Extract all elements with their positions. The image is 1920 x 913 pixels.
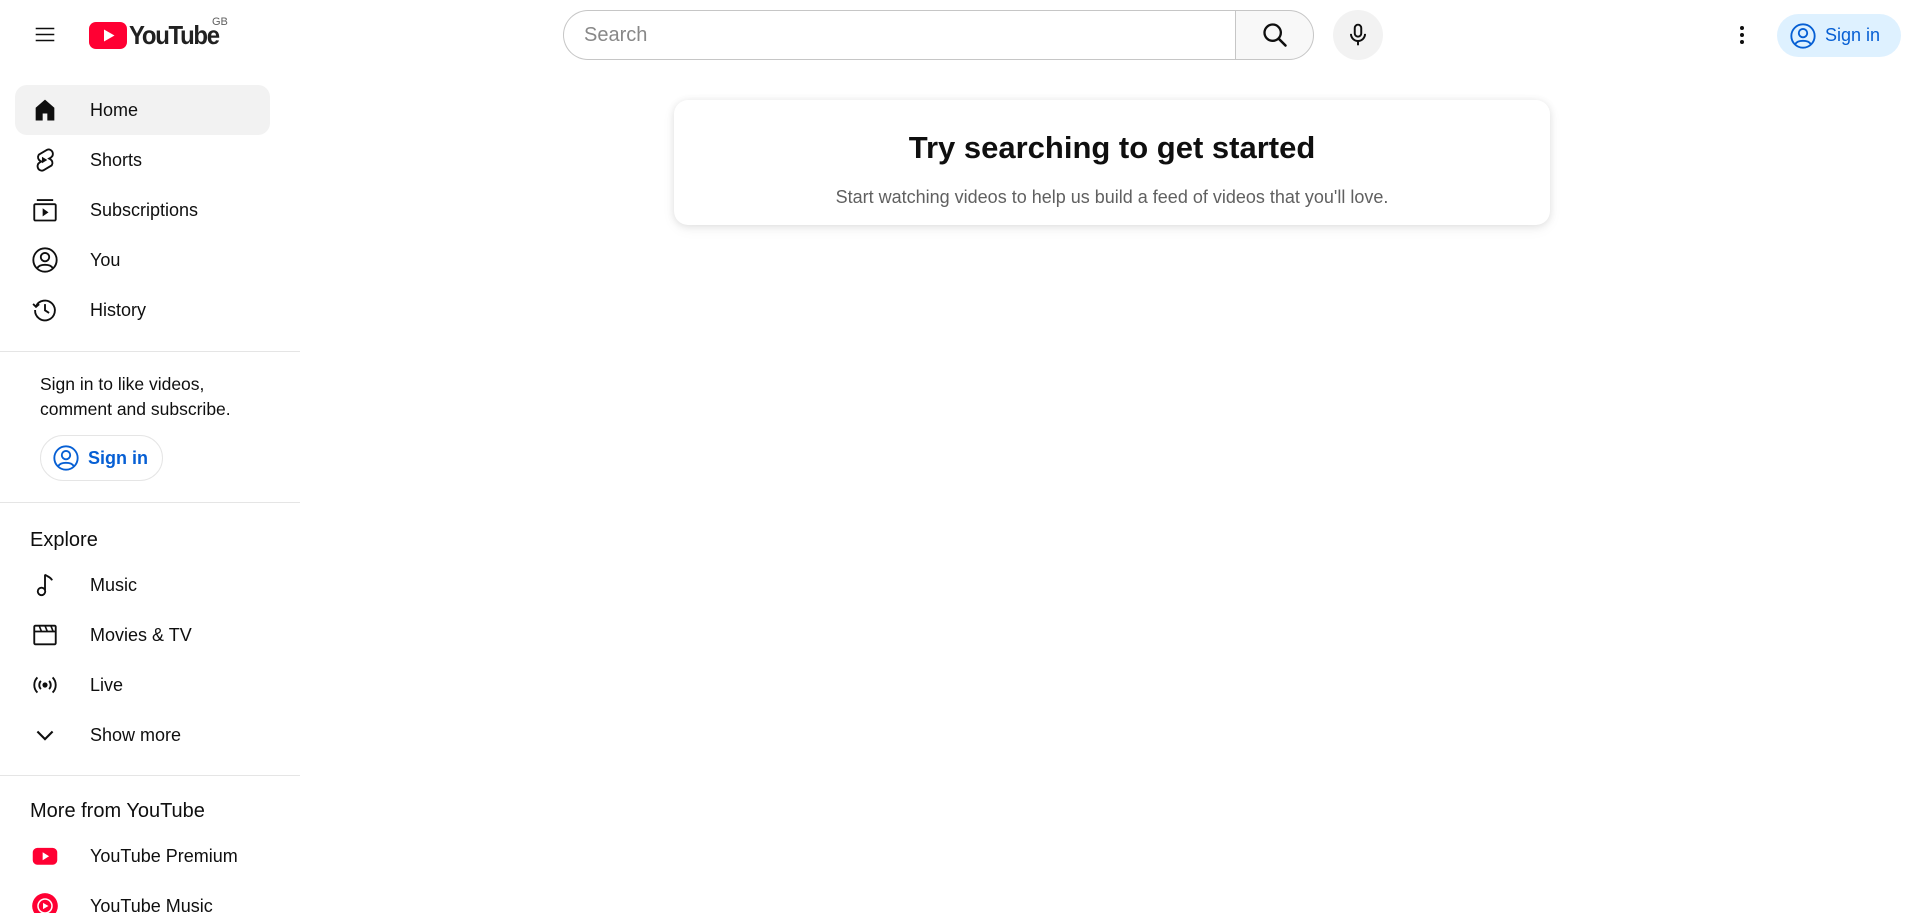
sidebar-divider bbox=[0, 351, 300, 352]
sidebar-item-music[interactable]: Music bbox=[15, 560, 270, 610]
sidebar-item-youtube-premium[interactable]: YouTube Premium bbox=[15, 831, 270, 881]
empty-feed-card: Try searching to get started Start watch… bbox=[674, 100, 1550, 225]
sidebar-item-subscriptions[interactable]: Subscriptions bbox=[15, 185, 270, 235]
sidebar-item-label: YouTube Premium bbox=[90, 845, 238, 866]
region-code: GB bbox=[212, 16, 228, 28]
sidebar-divider bbox=[0, 502, 300, 503]
sign-in-label: Sign in bbox=[1825, 25, 1881, 45]
account-circle-icon bbox=[1790, 22, 1816, 49]
sign-in-label: Sign in bbox=[88, 447, 148, 468]
sidebar-item-label: History bbox=[90, 299, 147, 320]
sidebar-item-home[interactable]: Home bbox=[15, 85, 270, 135]
sidebar-item-label: Subscriptions bbox=[90, 199, 199, 220]
sidebar-item-you[interactable]: You bbox=[15, 235, 270, 285]
sidebar-item-label: Movies & TV bbox=[90, 624, 192, 645]
sidebar-item-label: YouTube Music bbox=[90, 895, 213, 913]
youtube-premium-icon bbox=[30, 841, 60, 871]
sidebar-item-label: Home bbox=[90, 99, 139, 120]
explore-heading: Explore bbox=[30, 529, 98, 551]
sidebar-item-label: You bbox=[90, 249, 121, 270]
home-icon bbox=[30, 95, 60, 125]
movies-icon bbox=[30, 620, 60, 650]
logo-text: YouTube bbox=[129, 19, 220, 50]
microphone-icon bbox=[1349, 23, 1367, 46]
more-from-youtube-heading: More from YouTube bbox=[30, 800, 205, 822]
sidebar-item-label: Live bbox=[90, 674, 124, 695]
youtube-logo[interactable]: YouTube bbox=[89, 19, 227, 51]
search-input[interactable] bbox=[584, 11, 1235, 59]
sidebar-item-history[interactable]: History bbox=[15, 285, 270, 335]
voice-search-button[interactable] bbox=[1333, 10, 1383, 60]
shorts-icon bbox=[30, 145, 60, 175]
subscriptions-icon bbox=[30, 195, 60, 225]
sidebar-divider bbox=[0, 775, 300, 776]
guide-menu-button[interactable] bbox=[25, 15, 65, 55]
sign-in-button[interactable]: Sign in bbox=[1777, 14, 1901, 57]
sidebar-item-label: Shorts bbox=[90, 149, 143, 170]
guide-sidebar: Home Shorts Subscriptions You History Si… bbox=[0, 70, 300, 913]
you-icon bbox=[30, 245, 60, 275]
hamburger-icon bbox=[35, 27, 55, 42]
sidebar-item-label: Music bbox=[90, 574, 138, 595]
account-circle-icon bbox=[53, 445, 79, 471]
search-icon bbox=[1262, 23, 1287, 47]
youtube-play-icon bbox=[89, 21, 127, 49]
sidebar-item-label: Show more bbox=[90, 724, 182, 745]
search-button[interactable] bbox=[1235, 10, 1314, 60]
youtube-music-icon bbox=[30, 891, 60, 913]
empty-feed-title: Try searching to get started bbox=[908, 130, 1316, 165]
search-box[interactable] bbox=[563, 10, 1235, 60]
sidebar-item-shorts[interactable]: Shorts bbox=[15, 135, 270, 185]
empty-feed-subtitle: Start watching videos to help us build a… bbox=[835, 187, 1389, 207]
sidebar-item-youtube-music[interactable]: YouTube Music bbox=[15, 881, 270, 913]
settings-menu-button[interactable] bbox=[1722, 15, 1762, 55]
music-icon bbox=[30, 570, 60, 600]
sidebar-item-show-more[interactable]: Show more bbox=[15, 710, 270, 760]
history-icon bbox=[30, 295, 60, 325]
masthead: YouTube GB Sign in bbox=[0, 0, 1920, 70]
sidebar-sign-in-button[interactable]: Sign in bbox=[40, 435, 163, 481]
sidebar-item-live[interactable]: Live bbox=[15, 660, 270, 710]
sidebar-item-movies-tv[interactable]: Movies & TV bbox=[15, 610, 270, 660]
sign-in-promo-text: Sign in to like videos, comment and subs… bbox=[40, 374, 231, 419]
more-vert-icon bbox=[1740, 26, 1744, 44]
live-icon bbox=[30, 670, 60, 700]
chevron-down-icon bbox=[30, 720, 60, 750]
